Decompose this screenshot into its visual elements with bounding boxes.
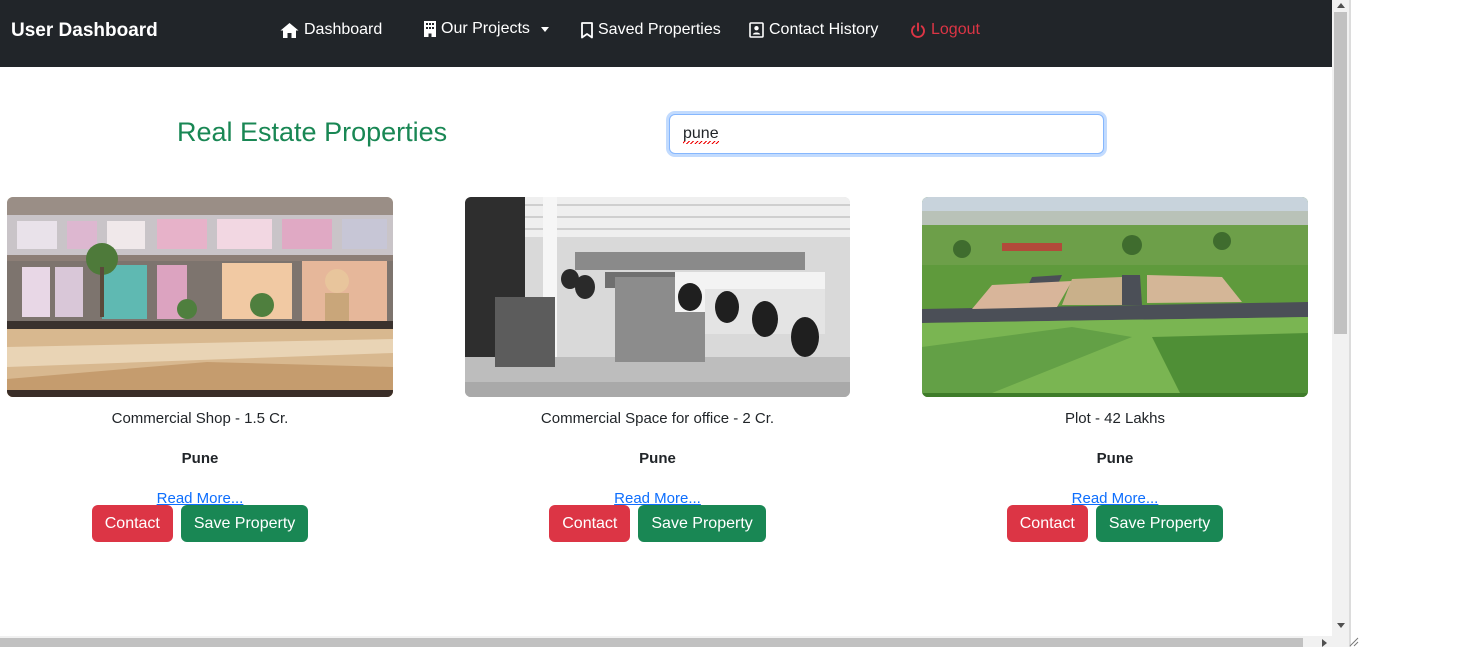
save-property-button[interactable]: Save Property [1095,505,1224,542]
power-icon [911,22,925,38]
nav-saved-properties[interactable]: Saved Properties [581,21,721,39]
property-image-mall[interactable] [7,197,393,397]
scroll-right-arrow-icon[interactable] [1322,639,1327,647]
navbar-brand[interactable]: User Dashboard [11,20,158,42]
browser-viewport: User Dashboard Dashboard Our Projects Sa… [0,0,1332,636]
contact-button[interactable]: Contact [1006,505,1088,542]
property-city: Pune [181,450,219,467]
property-card: Plot - 42 Lakhs Pune Read More... Contac… [922,197,1308,542]
scroll-up-arrow-icon[interactable] [1337,3,1345,8]
property-city: Pune [639,450,676,467]
contact-button[interactable]: Contact [91,505,173,542]
nav-dashboard-label: Dashboard [304,21,383,38]
bookmark-icon [581,21,593,38]
nav-our-projects-dropdown[interactable]: Our Projects [424,20,549,38]
contact-card-icon [749,22,764,38]
building-icon [424,21,436,37]
resize-grip-icon[interactable] [1349,630,1359,647]
nav-contact-history[interactable]: Contact History [749,21,878,39]
search-input[interactable] [669,114,1104,154]
property-card: Commercial Space for office - 2 Cr. Pune… [465,197,850,542]
property-actions: Contact Save Property [465,505,850,542]
nav-dashboard[interactable]: Dashboard [280,21,382,39]
property-title: Plot - 42 Lakhs [1064,410,1166,427]
horizontal-scrollbar[interactable] [0,636,1349,647]
property-city: Pune [1096,450,1134,467]
horizontal-scroll-thumb[interactable] [0,638,1303,647]
property-title: Commercial Space for office - 2 Cr. [540,410,775,427]
nav-logout[interactable]: Logout [910,21,980,39]
vertical-scrollbar[interactable] [1332,0,1349,636]
vertical-scroll-thumb[interactable] [1334,12,1347,334]
property-actions: Contact Save Property [7,505,393,542]
contact-button[interactable]: Contact [549,505,631,542]
house-icon [280,22,299,38]
property-image-plot[interactable] [922,197,1308,397]
nav-contact-history-label: Contact History [769,21,879,38]
page-title: Real Estate Properties [177,117,448,147]
property-title: Commercial Shop - 1.5 Cr. [111,410,289,427]
property-actions: Contact Save Property [922,505,1308,542]
scroll-down-arrow-icon[interactable] [1337,623,1345,628]
chevron-down-icon [540,26,549,32]
property-card: Commercial Shop - 1.5 Cr. Pune Read More… [7,197,393,542]
save-property-button[interactable]: Save Property [638,505,766,542]
top-navbar: User Dashboard Dashboard Our Projects Sa… [0,0,1332,67]
property-image-office[interactable] [465,197,850,397]
nav-saved-properties-label: Saved Properties [598,21,721,38]
window-edge [1349,0,1351,647]
save-property-button[interactable]: Save Property [180,505,309,542]
nav-logout-label: Logout [931,21,980,38]
nav-our-projects-label: Our Projects [441,20,530,37]
